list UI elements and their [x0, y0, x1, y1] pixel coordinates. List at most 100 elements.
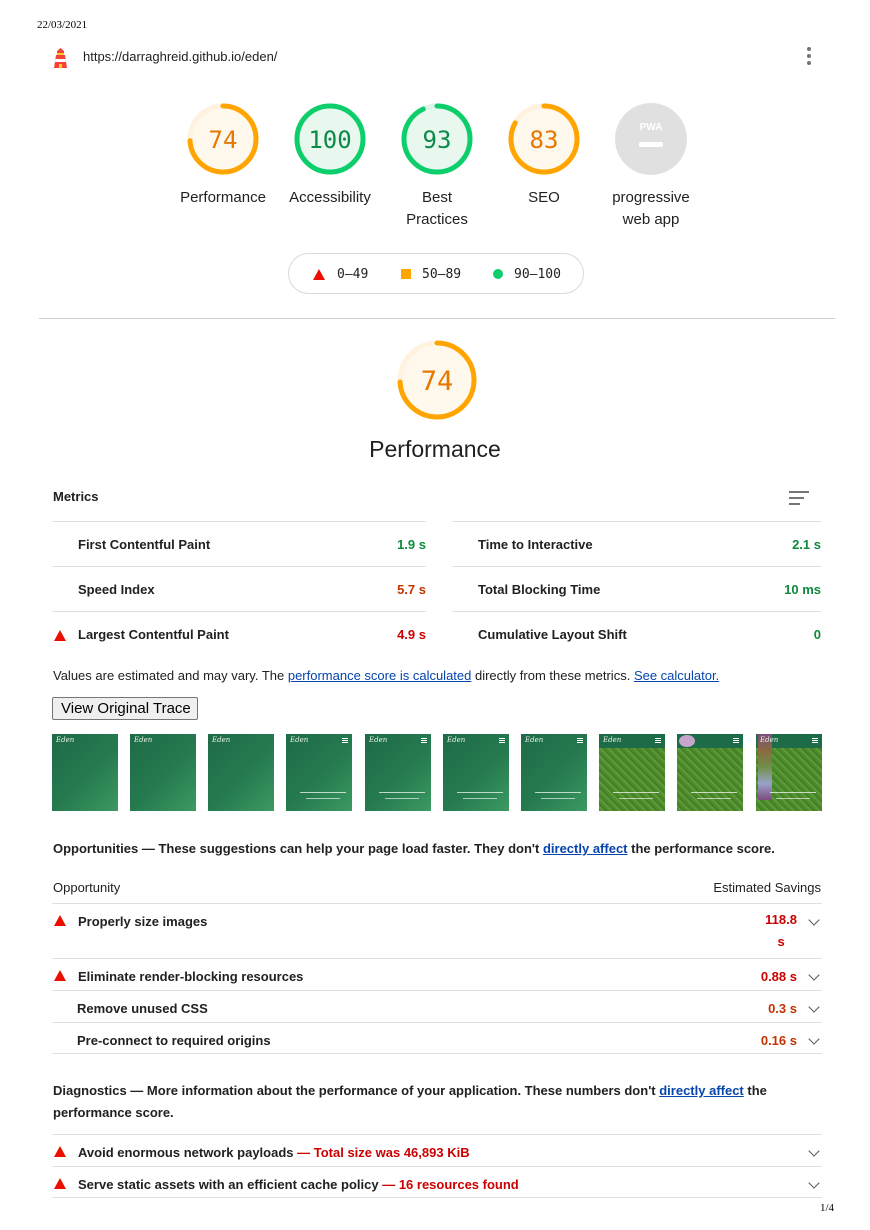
chevron-down-icon[interactable]	[808, 969, 820, 981]
audit-unused-css[interactable]: Remove unused CSS 0.3 s	[52, 990, 822, 1022]
performance-score: 74	[421, 366, 454, 397]
metric-fcp: First Contentful Paint 1.9 s	[52, 521, 426, 566]
metric-value: 10 ms	[784, 582, 821, 597]
metric-label: Cumulative Layout Shift	[478, 627, 627, 642]
frame-logo: Eden	[369, 736, 388, 744]
gauge-score: 83	[530, 126, 559, 154]
row-divider	[52, 1053, 822, 1054]
audit-savings: 0.16 s	[760, 1033, 797, 1048]
metric-value: 1.9 s	[397, 537, 426, 552]
directly-affect-link[interactable]: directly affect	[659, 1083, 744, 1098]
audit-display-value: Total size was 46,893 KiB	[313, 1145, 470, 1160]
estimate-text: Values are estimated and may vary. The	[53, 668, 288, 683]
metric-lcp: Largest Contentful Paint 4.9 s	[52, 611, 426, 656]
audit-label: Avoid enormous network payloads — Total …	[78, 1145, 470, 1160]
chevron-down-icon[interactable]	[808, 1033, 820, 1045]
metric-tti: Time to Interactive 2.1 s	[452, 521, 821, 566]
score-calculated-link[interactable]: performance score is calculated	[288, 668, 472, 683]
hamburger-icon	[421, 738, 427, 744]
estimate-text: directly from these metrics.	[471, 668, 631, 683]
filmstrip-frame: Eden	[208, 734, 274, 811]
audit-preconnect[interactable]: Pre-connect to required origins 0.16 s	[52, 1022, 822, 1054]
performance-gauge: 74	[397, 340, 477, 420]
hamburger-icon	[499, 738, 505, 744]
audit-label: Remove unused CSS	[77, 1001, 208, 1016]
metric-speed-index: Speed Index 5.7 s	[52, 566, 426, 611]
chevron-down-icon[interactable]	[808, 914, 820, 926]
opportunities-desc: These suggestions can help your page loa…	[158, 841, 543, 856]
gauge-label: SEO	[528, 189, 560, 206]
gauge-performance[interactable]: 74 Performance	[173, 103, 273, 209]
estimate-note: Values are estimated and may vary. The p…	[53, 668, 719, 683]
metric-label: Speed Index	[78, 582, 155, 597]
gauge-ring: 100	[294, 103, 366, 175]
url-bar: https://darraghreid.github.io/eden/	[52, 44, 822, 70]
metric-value: 2.1 s	[792, 537, 821, 552]
view-original-trace-button[interactable]: View Original Trace	[52, 697, 198, 720]
audit-savings: 118.8 s	[765, 909, 797, 953]
audit-savings: 0.3 s	[768, 1001, 797, 1016]
filmstrip-frame: Eden	[756, 734, 822, 811]
gauge-ring: 74	[187, 103, 259, 175]
toggle-view-icon[interactable]	[789, 491, 809, 505]
frame-logo: Eden	[760, 736, 779, 744]
chevron-down-icon[interactable]	[808, 1145, 820, 1157]
gauge-ring: 83	[508, 103, 580, 175]
filmstrip-frame: Eden	[365, 734, 431, 811]
audit-savings-unit: s	[777, 934, 785, 949]
directly-affect-link[interactable]: directly affect	[543, 841, 628, 856]
category-gauges: 74 Performance 100 Accessibility 93 Best…	[170, 103, 700, 243]
audit-network-payloads[interactable]: Avoid enormous network payloads — Total …	[52, 1134, 822, 1166]
chevron-down-icon[interactable]	[808, 1177, 820, 1189]
metric-label: Largest Contentful Paint	[78, 627, 229, 642]
audit-properly-size-images[interactable]: Properly size images 118.8 s	[52, 903, 822, 958]
more-options-icon[interactable]	[806, 47, 812, 67]
hamburger-icon	[812, 738, 818, 744]
hamburger-icon	[342, 738, 348, 744]
gauge-seo[interactable]: 83 SEO	[494, 103, 594, 209]
fail-triangle-icon	[54, 630, 66, 641]
opportunities-heading: Opportunities	[53, 841, 139, 856]
audit-label: Serve static assets with an efficient ca…	[78, 1177, 519, 1192]
fail-triangle-icon	[54, 1178, 66, 1189]
performance-title: Performance	[369, 436, 501, 462]
gauge-best-practices[interactable]: 93 Best Practices	[387, 103, 487, 231]
legend-fail-range: 0–49	[337, 267, 369, 282]
filmstrip-frame: Eden	[521, 734, 587, 811]
metric-label: First Contentful Paint	[78, 537, 211, 552]
dash: —	[138, 841, 159, 856]
gauge-label: Performance	[180, 189, 266, 206]
audit-savings-value: 118.8	[765, 912, 797, 927]
audit-title: Serve static assets with an efficient ca…	[78, 1177, 379, 1192]
filmstrip-frame: Eden	[443, 734, 509, 811]
metric-tbt: Total Blocking Time 10 ms	[452, 566, 821, 611]
filmstrip: Eden Eden Eden Eden Eden Eden Eden Eden	[52, 734, 822, 811]
audit-render-blocking[interactable]: Eliminate render-blocking resources 0.88…	[52, 958, 822, 990]
fail-triangle-icon	[54, 1146, 66, 1157]
page-url[interactable]: https://darraghreid.github.io/eden/	[83, 49, 277, 64]
hamburger-icon	[577, 738, 583, 744]
savings-column-header: Estimated Savings	[713, 880, 821, 895]
gauge-pwa[interactable]: PWA progressive web app	[601, 103, 701, 231]
audit-cache-policy[interactable]: Serve static assets with an efficient ca…	[52, 1166, 822, 1198]
fail-triangle-icon	[54, 915, 66, 926]
gauge-score: 100	[308, 126, 351, 154]
audit-label: Properly size images	[78, 914, 208, 929]
audit-title: Avoid enormous network payloads	[78, 1145, 294, 1160]
gauge-label: Accessibility	[289, 189, 371, 206]
hamburger-icon	[655, 738, 661, 744]
page-number: 1/4	[819, 1202, 834, 1214]
gauge-accessibility[interactable]: 100 Accessibility	[280, 103, 380, 209]
hamburger-icon	[733, 738, 739, 744]
frame-logo: Eden	[603, 736, 622, 744]
see-calculator-link[interactable]: See calculator.	[634, 668, 719, 683]
filmstrip-frame: Eden	[130, 734, 196, 811]
metrics-heading: Metrics	[53, 489, 99, 504]
filmstrip-frame: Eden	[286, 734, 352, 811]
frame-logo: Eden	[134, 736, 153, 744]
pwa-badge-text: PWA	[640, 122, 663, 133]
metric-value: 0	[813, 627, 821, 642]
gauge-label: Best Practices	[406, 189, 468, 228]
fail-triangle-icon	[54, 970, 66, 981]
chevron-down-icon[interactable]	[808, 1001, 820, 1013]
